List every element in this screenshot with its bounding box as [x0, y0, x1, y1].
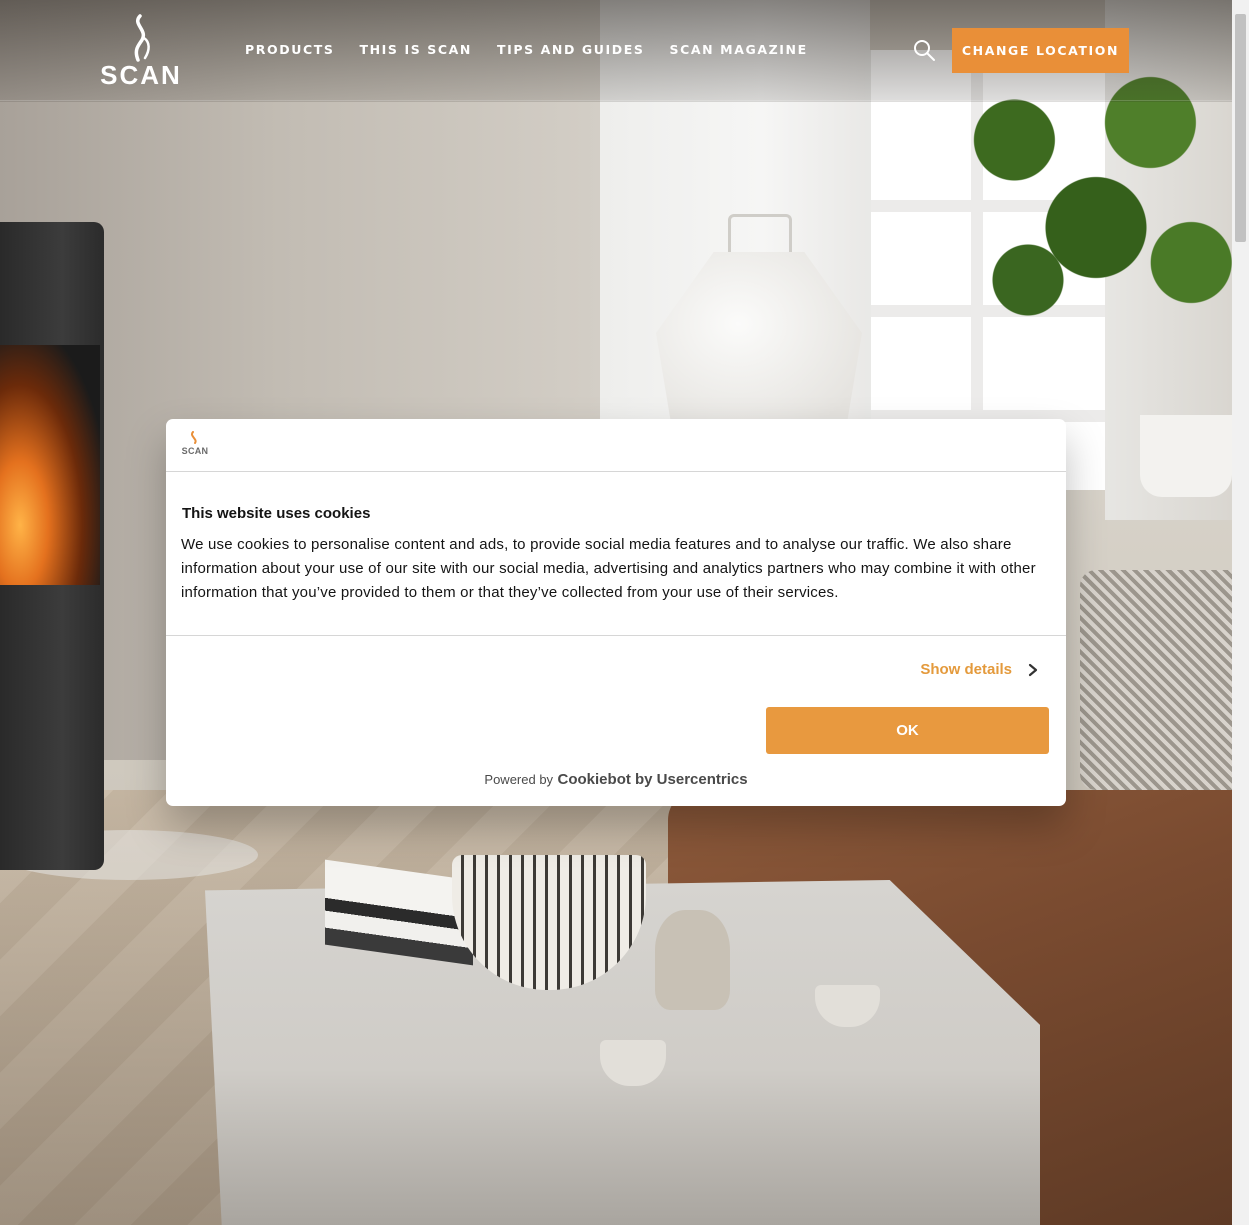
site-header: SCAN PRODUCTS THIS IS SCAN TIPS AND GUID… [0, 0, 1232, 101]
nav-tips-and-guides[interactable]: TIPS AND GUIDES [497, 42, 645, 57]
cushion [1080, 570, 1232, 790]
dialog-logo-text: SCAN [181, 446, 209, 456]
dialog-body: We use cookies to personalise content an… [181, 536, 1036, 601]
dialog-title: This website uses cookies [182, 505, 371, 522]
ok-button[interactable]: OK [766, 707, 1049, 754]
dialog-logo: SCAN [180, 431, 210, 461]
plant [960, 70, 1232, 420]
main-nav: PRODUCTS THIS IS SCAN TIPS AND GUIDES SC… [245, 42, 833, 57]
flame-logo-icon [191, 431, 197, 444]
powered-brand-link[interactable]: Cookiebot by Usercentrics [558, 771, 748, 788]
plant-pot [1140, 415, 1232, 497]
flame-logo-icon [134, 14, 150, 62]
nav-scan-magazine[interactable]: SCAN MAGAZINE [670, 42, 808, 57]
show-details-link[interactable]: Show details [920, 661, 1040, 678]
teapot [655, 910, 730, 1010]
nav-products[interactable]: PRODUCTS [245, 42, 334, 57]
show-details-label: Show details [920, 661, 1012, 678]
stove-fire [0, 345, 100, 585]
nav-this-is-scan[interactable]: THIS IS SCAN [359, 42, 472, 57]
logo-text: SCAN [100, 60, 182, 90]
chevron-right-icon [1028, 663, 1038, 676]
search-icon[interactable] [912, 38, 936, 62]
powered-prefix: Powered by [484, 772, 554, 787]
dialog-header: SCAN [166, 419, 1066, 472]
logo[interactable]: SCAN [100, 14, 182, 90]
scrollbar-thumb[interactable] [1235, 14, 1246, 242]
divider [166, 635, 1066, 636]
cookie-consent-dialog: SCAN This website uses cookies We use co… [166, 419, 1066, 806]
powered-by: Powered by Cookiebot by Usercentrics [166, 771, 1066, 789]
change-location-button[interactable]: CHANGE LOCATION [952, 28, 1129, 73]
